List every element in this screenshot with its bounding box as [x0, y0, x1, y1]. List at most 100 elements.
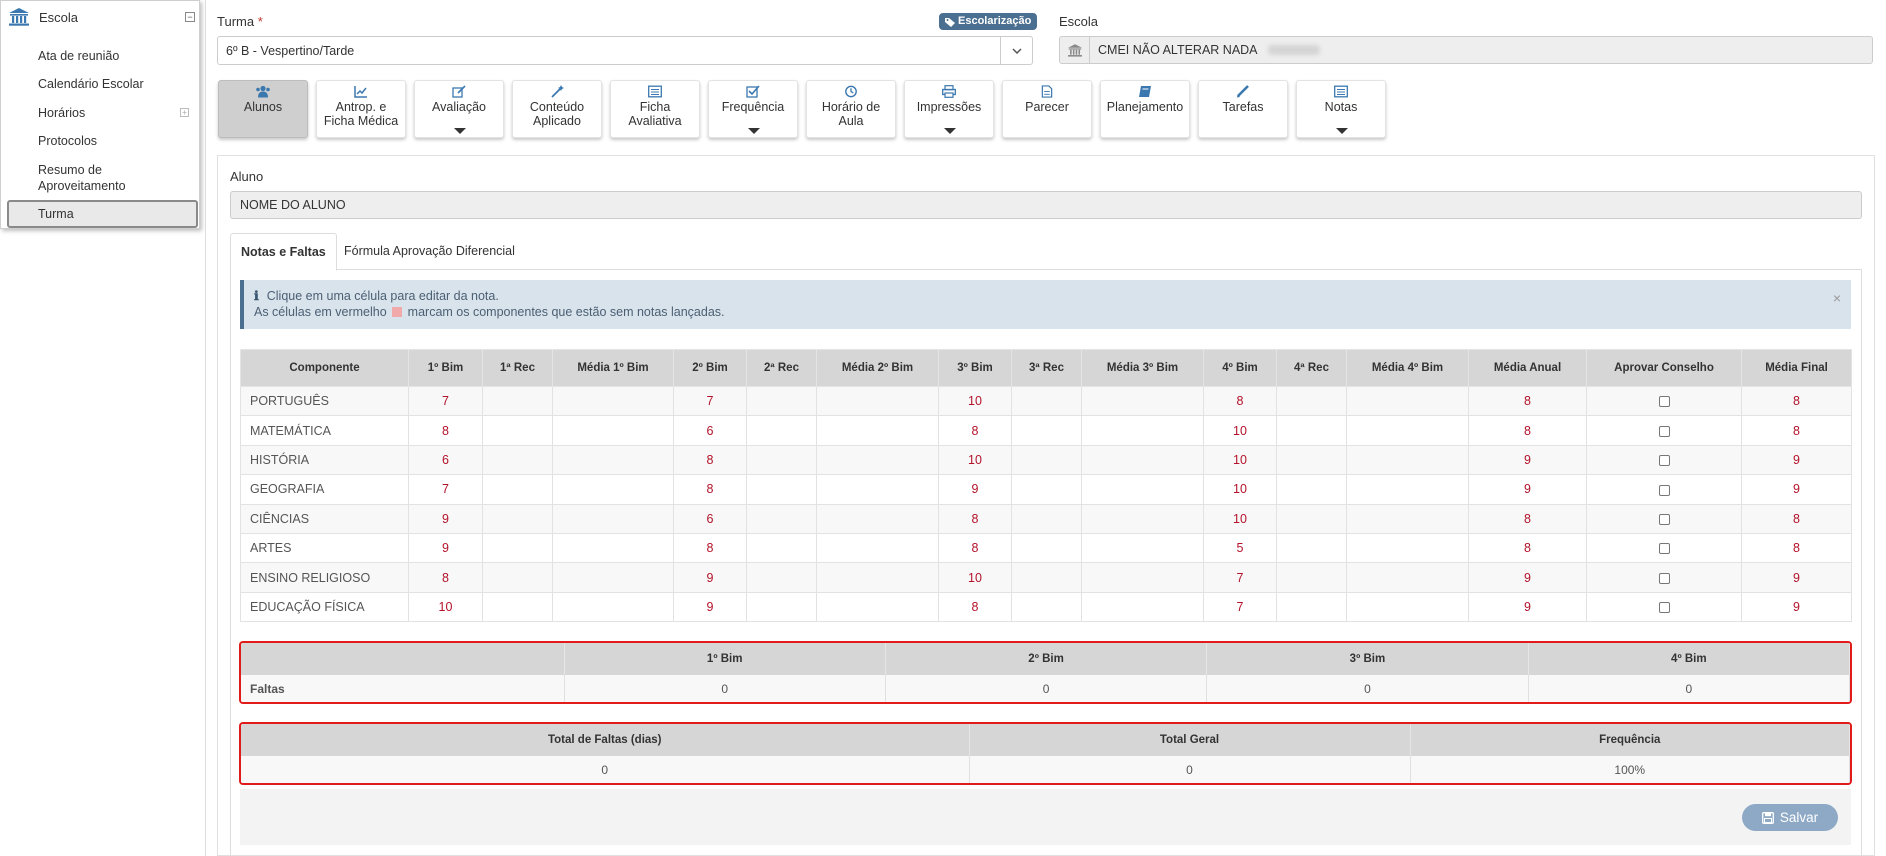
- grade-cell[interactable]: [1011, 444, 1082, 476]
- grade-cell[interactable]: [482, 562, 553, 593]
- grade-cell[interactable]: 8: [1468, 385, 1587, 417]
- sidebar-item-resumo[interactable]: Resumo de Aproveitamento: [38, 162, 158, 194]
- grade-cell[interactable]: [816, 591, 939, 623]
- aprovar-conselho-checkbox[interactable]: [1658, 513, 1670, 525]
- grade-cell[interactable]: 8: [673, 532, 747, 564]
- grade-cell[interactable]: 6: [673, 503, 747, 534]
- grade-cell[interactable]: [1081, 415, 1204, 446]
- aprovar-conselho-checkbox[interactable]: [1658, 425, 1670, 437]
- tile-antrop[interactable]: Antrop. e Ficha Médica: [316, 80, 406, 138]
- grade-cell[interactable]: [1081, 591, 1204, 623]
- faltas-cell[interactable]: 0: [1528, 675, 1850, 702]
- grade-cell[interactable]: 5: [1203, 532, 1277, 564]
- grade-cell[interactable]: 10: [1203, 415, 1277, 446]
- grade-cell[interactable]: [1011, 591, 1082, 623]
- grade-cell[interactable]: [1276, 591, 1347, 623]
- grade-cell[interactable]: 8: [1468, 415, 1587, 446]
- grade-cell[interactable]: 8: [1468, 532, 1587, 564]
- grade-cell[interactable]: 7: [408, 474, 483, 505]
- grade-cell[interactable]: 7: [1203, 562, 1277, 593]
- grade-cell[interactable]: [1346, 532, 1469, 564]
- grade-cell[interactable]: 9: [408, 532, 483, 564]
- grade-cell[interactable]: [746, 562, 817, 593]
- tile-notas[interactable]: Notas: [1296, 80, 1386, 138]
- grade-cell[interactable]: [1011, 415, 1082, 446]
- tile-conteudo[interactable]: Conteúdo Aplicado: [512, 80, 602, 138]
- grade-cell[interactable]: 8: [1468, 503, 1587, 534]
- grade-cell[interactable]: 9: [1741, 562, 1852, 593]
- tile-impressoes[interactable]: Impressões: [904, 80, 994, 138]
- grade-cell[interactable]: 9: [673, 562, 747, 593]
- grade-cell[interactable]: [1011, 562, 1082, 593]
- grade-cell[interactable]: 10: [1203, 444, 1277, 476]
- grade-cell[interactable]: 7: [408, 385, 483, 417]
- grade-cell[interactable]: [1346, 385, 1469, 417]
- grade-cell[interactable]: [1276, 415, 1347, 446]
- aprovar-conselho-checkbox[interactable]: [1658, 543, 1670, 555]
- grade-cell[interactable]: 10: [1203, 503, 1277, 534]
- grade-cell[interactable]: [552, 562, 674, 593]
- sidebar-item-horarios[interactable]: Horários: [38, 105, 85, 121]
- grade-cell[interactable]: 8: [408, 415, 483, 446]
- sidebar-item-ata[interactable]: Ata de reunião: [38, 48, 119, 64]
- grade-cell[interactable]: [1276, 532, 1347, 564]
- tile-alunos[interactable]: Alunos: [218, 80, 308, 138]
- turma-select[interactable]: 6º B - Vespertino/Tarde: [217, 36, 1033, 65]
- faltas-cell[interactable]: 0: [564, 675, 886, 702]
- grade-cell[interactable]: 10: [938, 562, 1012, 593]
- grade-cell[interactable]: [816, 503, 939, 534]
- aprovar-conselho-checkbox[interactable]: [1658, 455, 1670, 467]
- grade-cell[interactable]: 9: [1741, 474, 1852, 505]
- grade-cell[interactable]: 9: [1468, 444, 1587, 476]
- grade-cell[interactable]: 8: [673, 474, 747, 505]
- grade-cell[interactable]: 7: [1203, 591, 1277, 623]
- grade-cell[interactable]: 8: [1741, 415, 1852, 446]
- grade-cell[interactable]: 8: [938, 415, 1012, 446]
- grade-cell[interactable]: 8: [1741, 385, 1852, 417]
- grade-cell[interactable]: 9: [1468, 591, 1587, 623]
- grade-cell[interactable]: [552, 385, 674, 417]
- grade-cell[interactable]: 10: [938, 385, 1012, 417]
- grade-cell[interactable]: 10: [938, 444, 1012, 476]
- grade-cell[interactable]: [1276, 444, 1347, 476]
- grade-cell[interactable]: [552, 503, 674, 534]
- grade-cell[interactable]: [1081, 474, 1204, 505]
- grade-cell[interactable]: 9: [938, 474, 1012, 505]
- grade-cell[interactable]: 8: [1741, 532, 1852, 564]
- grade-cell[interactable]: [1081, 503, 1204, 534]
- grade-cell[interactable]: [1346, 503, 1469, 534]
- aprovar-conselho-checkbox[interactable]: [1658, 396, 1670, 408]
- grade-cell[interactable]: [1011, 503, 1082, 534]
- grade-cell[interactable]: [746, 591, 817, 623]
- sidebar-item-protocolos[interactable]: Protocolos: [38, 133, 97, 149]
- grade-cell[interactable]: 6: [408, 444, 483, 476]
- tile-planejamento[interactable]: Planejamento: [1100, 80, 1190, 138]
- grade-cell[interactable]: [1276, 503, 1347, 534]
- aprovar-conselho-checkbox[interactable]: [1658, 484, 1670, 496]
- grade-cell[interactable]: [1346, 562, 1469, 593]
- grade-cell[interactable]: [816, 562, 939, 593]
- faltas-cell[interactable]: 0: [1206, 675, 1529, 702]
- tile-tarefas[interactable]: Tarefas: [1198, 80, 1288, 138]
- aprovar-conselho-checkbox[interactable]: [1658, 572, 1670, 584]
- grade-cell[interactable]: 8: [1203, 385, 1277, 417]
- tile-frequencia[interactable]: Frequência: [708, 80, 798, 138]
- grade-cell[interactable]: [816, 444, 939, 476]
- grade-cell[interactable]: [1276, 474, 1347, 505]
- sidebar-item-calendario[interactable]: Calendário Escolar: [38, 76, 144, 92]
- grade-cell[interactable]: [746, 532, 817, 564]
- grade-cell[interactable]: [746, 444, 817, 476]
- grade-cell[interactable]: [482, 444, 553, 476]
- grade-cell[interactable]: [552, 444, 674, 476]
- save-button[interactable]: Salvar: [1742, 804, 1838, 831]
- grade-cell[interactable]: [552, 415, 674, 446]
- grade-cell[interactable]: 8: [938, 503, 1012, 534]
- grade-cell[interactable]: 8: [408, 562, 483, 593]
- collapse-icon[interactable]: −: [185, 12, 195, 22]
- grade-cell[interactable]: 8: [938, 532, 1012, 564]
- expand-icon[interactable]: +: [180, 108, 189, 117]
- grade-cell[interactable]: [816, 474, 939, 505]
- grade-cell[interactable]: [1081, 444, 1204, 476]
- grade-cell[interactable]: [746, 503, 817, 534]
- grade-cell[interactable]: [746, 474, 817, 505]
